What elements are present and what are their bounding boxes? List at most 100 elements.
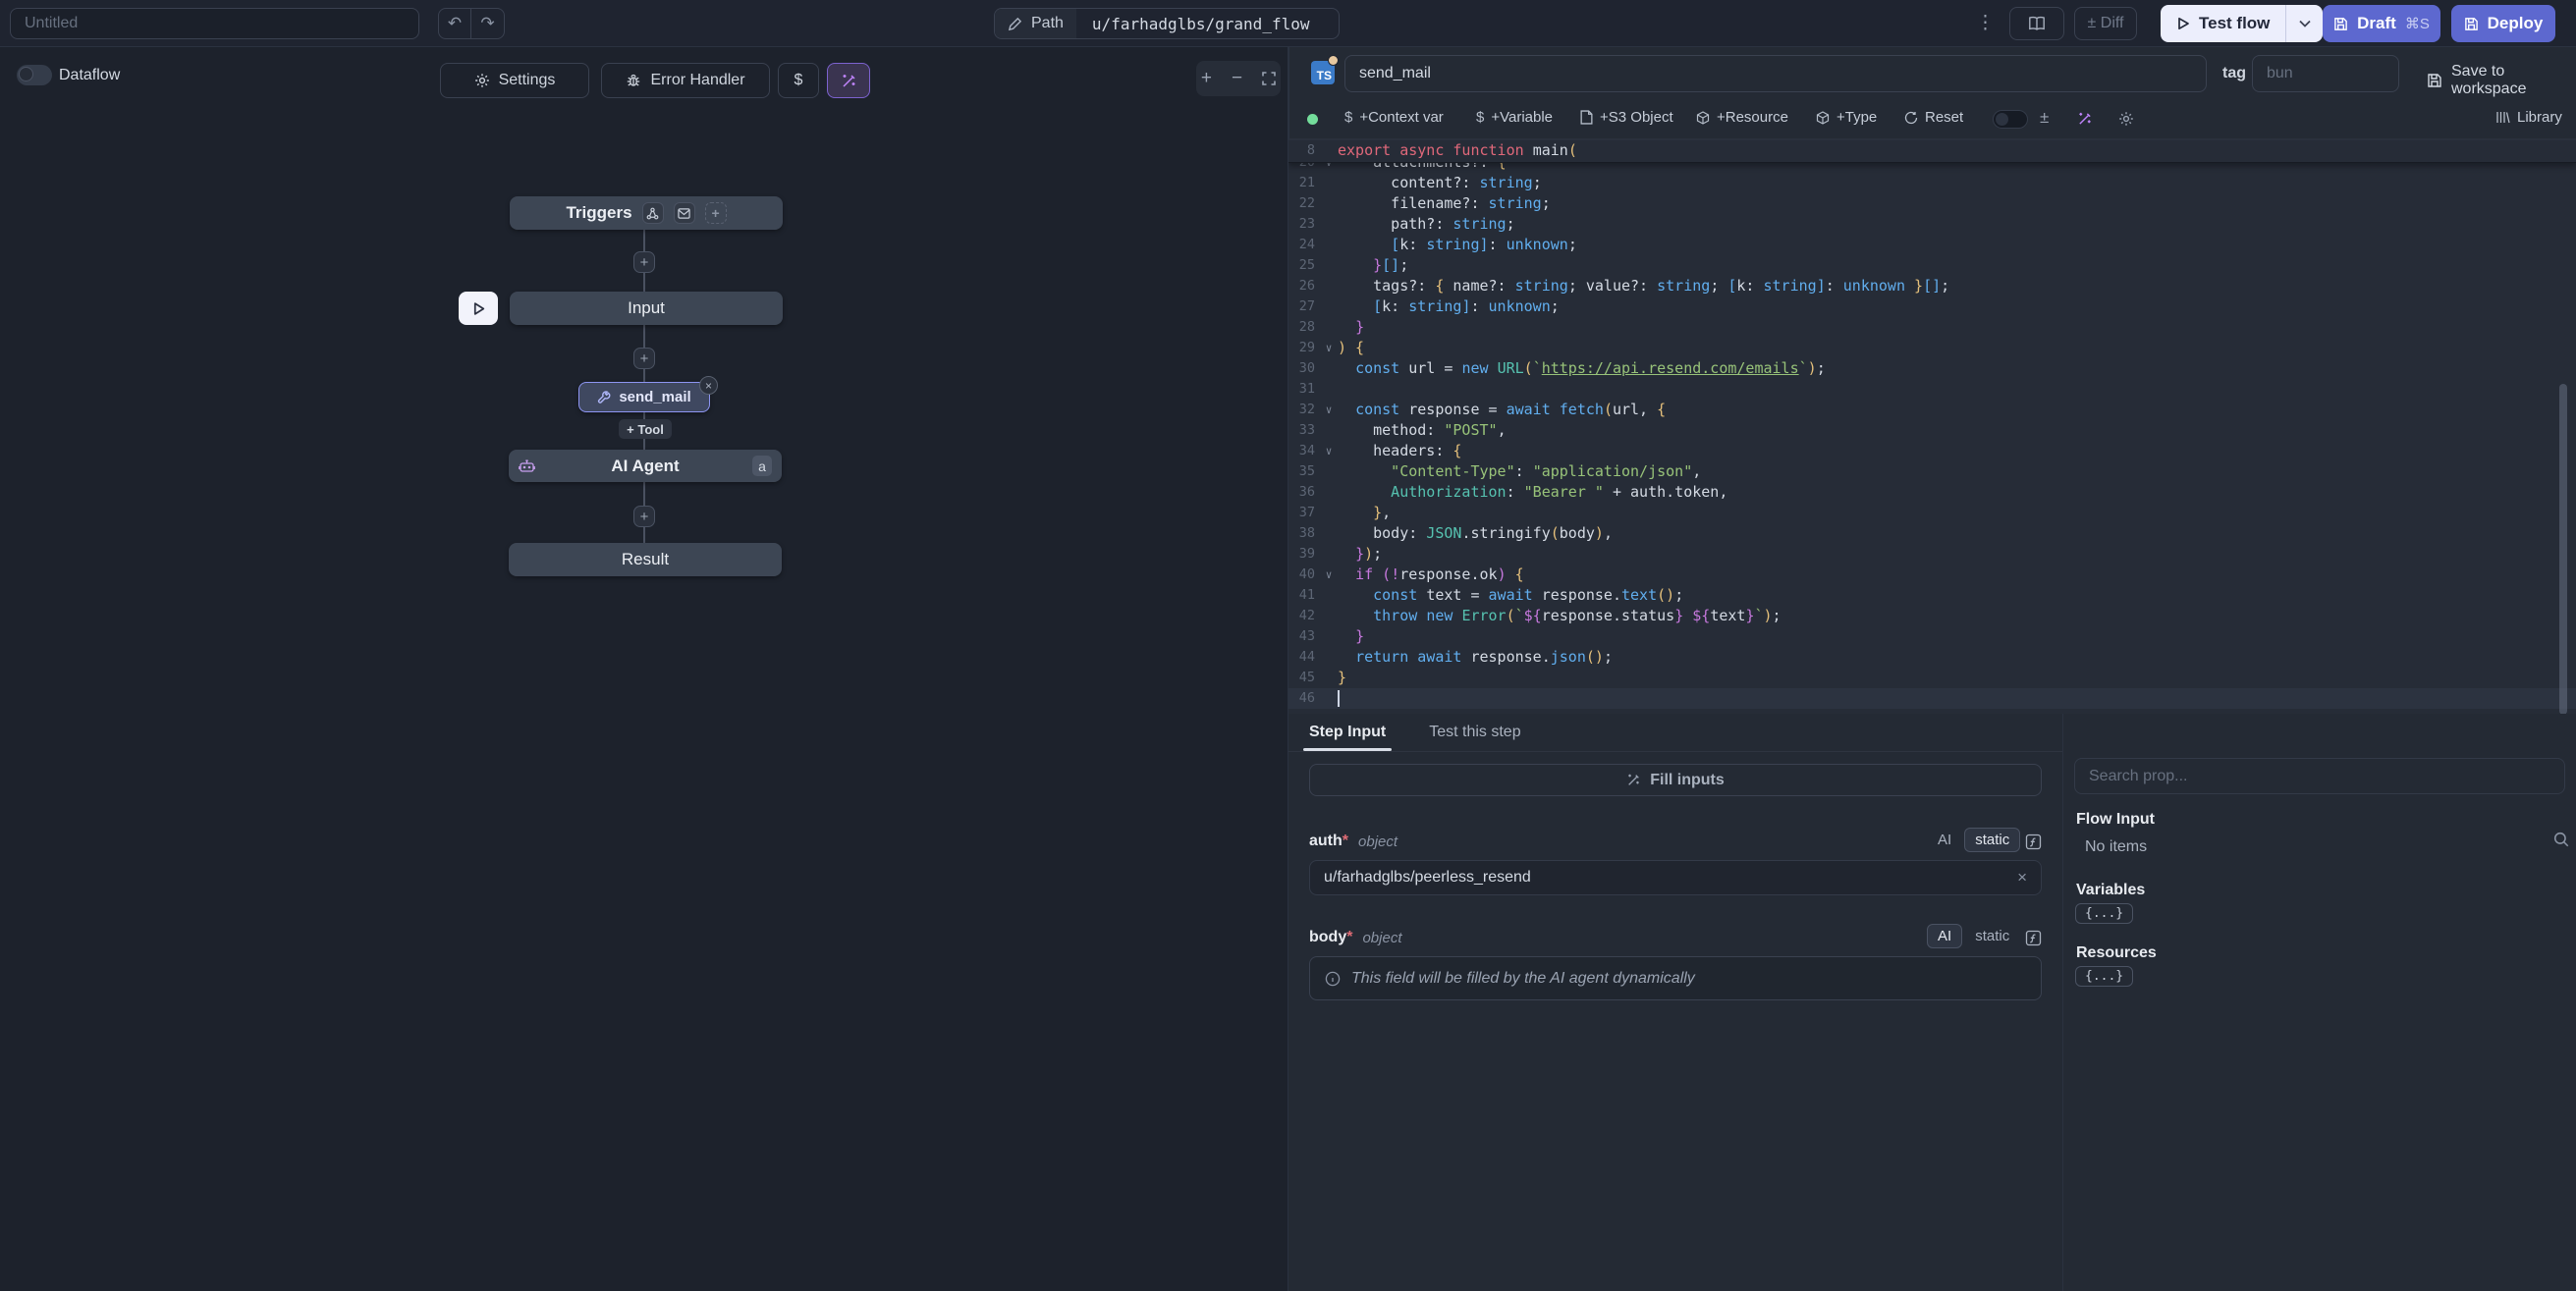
node-result[interactable]: Result [509,543,782,576]
node-ai-agent[interactable]: AI Agent a [509,450,782,482]
sticky-line[interactable]: 8export async function main( [1288,140,2576,163]
code-line-44[interactable]: 44 return await response.json(); [1288,647,2576,668]
resources-badge[interactable]: {...} [2075,966,2133,987]
code-line-45[interactable]: 45} [1288,668,2576,688]
node-send-mail[interactable]: send_mail [578,382,710,412]
code-line-42[interactable]: 42 throw new Error(`${response.status} $… [1288,606,2576,626]
code-line-35[interactable]: 35 "Content-Type": "application/json", [1288,461,2576,482]
tab-step-input[interactable]: Step Input [1309,714,1386,751]
test-flow-button[interactable]: Test flow [2161,5,2323,42]
add-variable-button[interactable]: $ +Variable [1476,109,1553,126]
wrench-icon [597,391,611,404]
code-line-36[interactable]: 36 Authorization: "Bearer " + auth.token… [1288,482,2576,503]
code-line-37[interactable]: 37 }, [1288,503,2576,523]
code-line-22[interactable]: 22 filename?: string; [1288,193,2576,214]
flow-canvas[interactable]: Dataflow Settings Error Handler $ + − [0,47,1288,1291]
zoom-in-button[interactable]: + [1201,68,1212,89]
error-handler-button[interactable]: Error Handler [601,63,770,98]
code-line-33[interactable]: 33 method: "POST", [1288,420,2576,441]
flow-settings-button[interactable]: Settings [440,63,589,98]
editor-settings-icon[interactable] [2118,111,2134,127]
code-line-30[interactable]: 30 const url = new URL(`https://api.rese… [1288,358,2576,379]
auth-mode-ai[interactable]: AI [1927,828,1962,852]
add-context-var-button[interactable]: $ +Context var [1344,109,1444,126]
insert-step-button-1[interactable]: + [633,251,655,273]
node-input[interactable]: Input [510,292,783,325]
add-resource-button[interactable]: +Resource [1696,109,1788,126]
draft-button[interactable]: Draft ⌘S [2323,5,2440,42]
code-line-25[interactable]: 25 }[]; [1288,255,2576,276]
zoom-out-button[interactable]: − [1232,68,1242,89]
add-s3-object-button[interactable]: +S3 Object [1580,109,1673,126]
search-icon[interactable] [2552,831,2570,848]
dataflow-toggle[interactable] [17,65,52,85]
add-trigger-button[interactable]: + [705,202,727,224]
test-flow-dropdown[interactable] [2285,5,2323,42]
body-mode-ai[interactable]: AI [1927,924,1962,948]
remove-tool-button[interactable]: × [699,376,718,395]
ai-wand-button[interactable] [827,63,870,98]
auth-clear-button[interactable]: × [2017,868,2027,888]
book-open-icon [2028,16,2046,31]
dollar-button[interactable]: $ [778,63,819,98]
code-line-28[interactable]: 28 } [1288,317,2576,338]
insert-step-button-2[interactable]: + [633,348,655,369]
path-chip[interactable]: Path u/farhadglbs/grand_flow [994,8,1340,39]
code-line-21[interactable]: 21 content?: string; [1288,173,2576,193]
code-line-40[interactable]: 40∨ if (!response.ok) { [1288,565,2576,585]
tab-test-this-step[interactable]: Test this step [1429,714,1520,751]
body-mode-static[interactable]: static [1964,924,2020,948]
plus-minus-icon[interactable]: ± [2040,108,2049,128]
code-line-46[interactable]: 46 [1288,688,2576,709]
code-line-8[interactable]: 8export async function main( [1288,140,2576,161]
code-line-32[interactable]: 32∨ const response = await fetch(url, { [1288,400,2576,420]
add-tool-label: + Tool [627,422,664,437]
code-line-27[interactable]: 27 [k: string]: unknown; [1288,296,2576,317]
diff-mode-toggle[interactable] [1993,110,2028,129]
save-to-workspace-button[interactable]: Save to workspace [2427,63,2576,98]
ai-assistant-icon[interactable] [2077,111,2093,127]
email-trigger-icon[interactable] [674,202,695,224]
auth-expression-button[interactable] [2021,830,2045,853]
code-line-41[interactable]: 41 const text = await response.text(); [1288,585,2576,606]
code-line-24[interactable]: 24 [k: string]: unknown; [1288,235,2576,255]
reset-button[interactable]: Reset [1904,109,1963,126]
tag-input[interactable] [2252,55,2399,92]
path-edit[interactable]: Path [995,9,1076,38]
fullscreen-icon[interactable] [1262,72,1276,85]
undo-button[interactable]: ↶ [438,8,471,39]
add-type-button[interactable]: +Type [1816,109,1877,126]
step-name-input[interactable] [1344,55,2207,92]
code-line-26[interactable]: 26 tags?: { name?: string; value?: strin… [1288,276,2576,296]
code-line-39[interactable]: 39 }); [1288,544,2576,565]
run-input-button[interactable] [459,292,498,325]
flow-summary-input[interactable] [10,8,419,39]
code-line-43[interactable]: 43 } [1288,626,2576,647]
auth-mode-static[interactable]: static [1964,828,2020,852]
auth-value-field[interactable]: u/farhadglbs/peerless_resend × [1309,860,2042,895]
draft-shortcut: ⌘S [2405,15,2430,32]
code-editor[interactable]: 8export async function main( 20∨ attachm… [1288,139,2576,714]
add-tool-button[interactable]: + Tool [619,419,672,439]
test-flow-main[interactable]: Test flow [2161,5,2285,42]
code-line-34[interactable]: 34∨ headers: { [1288,441,2576,461]
library-button[interactable]: Library [2495,109,2562,126]
webhook-trigger-icon[interactable] [642,202,664,224]
redo-button[interactable]: ↷ [471,8,505,39]
code-line-23[interactable]: 23 path?: string; [1288,214,2576,235]
code-line-29[interactable]: 29∨) { [1288,338,2576,358]
insert-step-button-3[interactable]: + [633,506,655,527]
variables-badge[interactable]: {...} [2075,903,2133,924]
body-expression-button[interactable] [2021,926,2045,949]
node-triggers[interactable]: Triggers + [510,196,783,230]
code-line-38[interactable]: 38 body: JSON.stringify(body), [1288,523,2576,544]
prop-search-input[interactable] [2074,758,2565,794]
docs-button[interactable] [2009,7,2064,40]
code-lines[interactable]: 20∨ attachments?: {21 content?: string;2… [1288,163,2576,709]
editor-scrollbar[interactable] [2559,384,2567,714]
code-line-31[interactable]: 31 [1288,379,2576,400]
more-menu-button[interactable]: ⋮ [1976,12,1995,34]
fill-inputs-button[interactable]: Fill inputs [1309,764,2042,796]
diff-button[interactable]: ± Diff [2074,7,2137,40]
deploy-button[interactable]: Deploy [2451,5,2555,42]
